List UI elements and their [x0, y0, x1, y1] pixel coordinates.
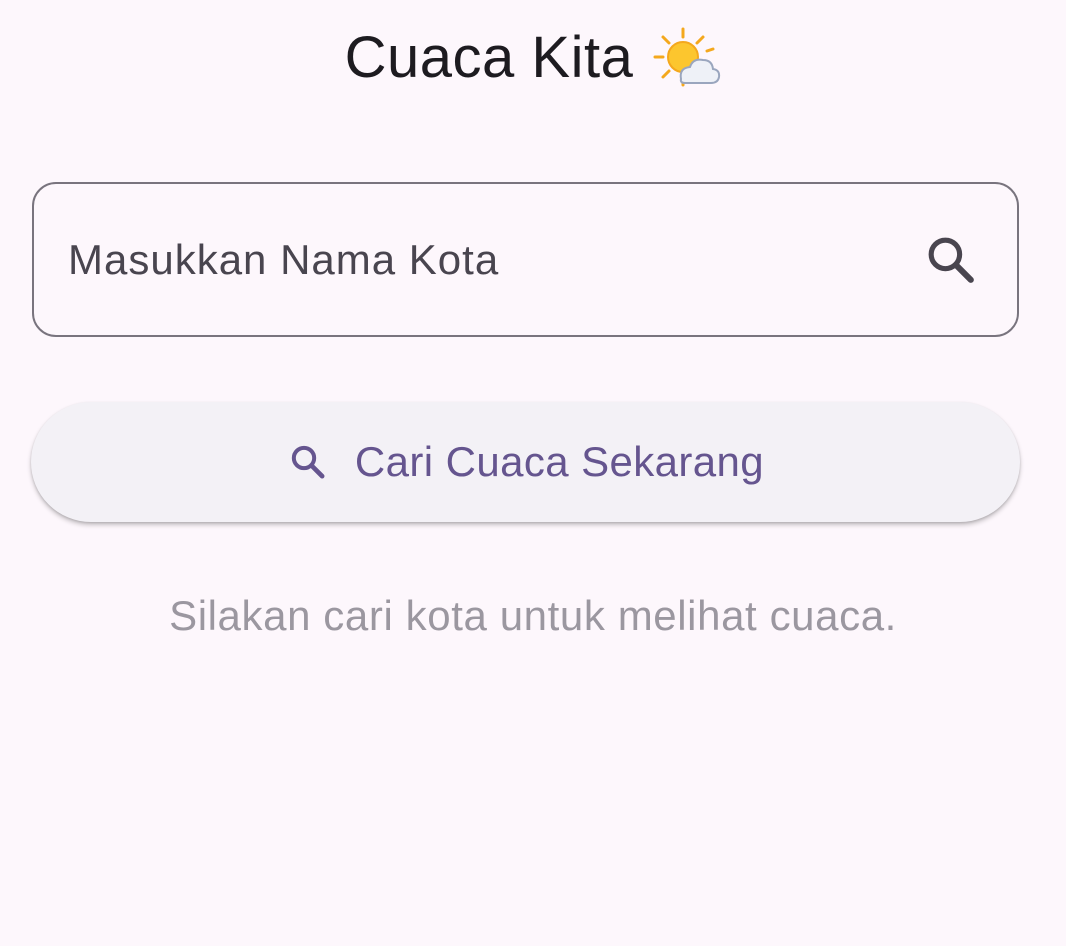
city-search-input[interactable] [34, 184, 921, 335]
app-title-text: Cuaca Kita [344, 25, 634, 90]
empty-state-message: Silakan cari kota untuk melihat cuaca. [169, 592, 897, 639]
search-icon[interactable] [921, 230, 981, 290]
sun-behind-cloud-icon [651, 27, 721, 89]
search-weather-button-label: Cari Cuaca Sekarang [354, 438, 765, 485]
page-title: Cuaca Kita [345, 24, 722, 91]
city-search-field[interactable] [32, 182, 1019, 337]
search-weather-button[interactable]: Cari Cuaca Sekarang [31, 402, 1020, 522]
app-bar: Cuaca Kita [0, 0, 1066, 115]
search-icon [287, 441, 329, 483]
